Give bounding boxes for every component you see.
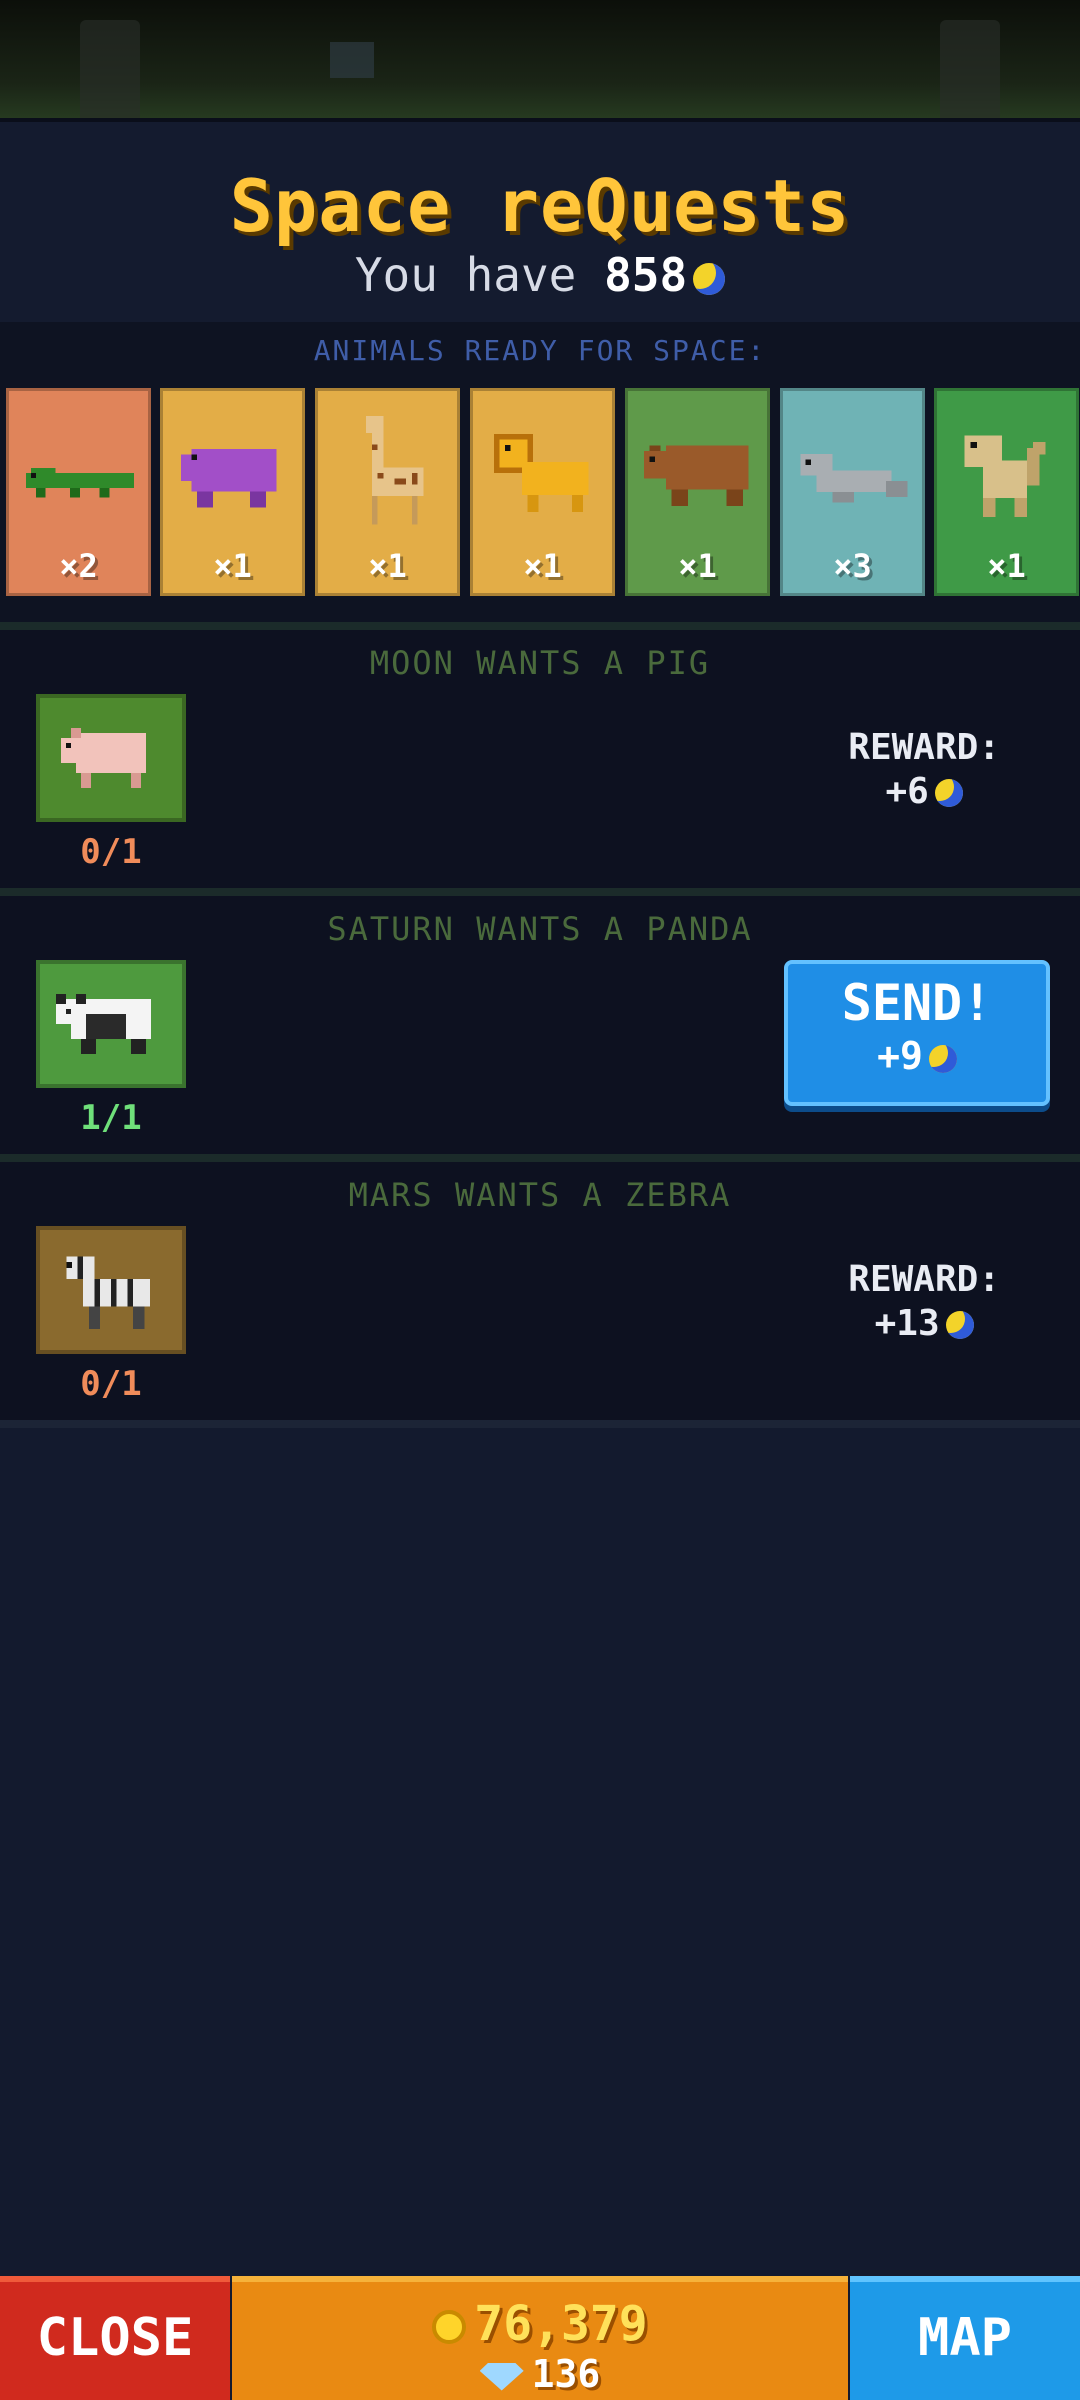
monkey-icon: [949, 413, 1067, 533]
giraffe-icon: [330, 413, 448, 533]
gem-balance: 136: [232, 2352, 848, 2396]
animal-card-lion[interactable]: ×1: [470, 388, 615, 596]
animal-count: ×1: [523, 547, 562, 585]
animal-count: ×1: [987, 547, 1026, 585]
game-background-strip: [0, 0, 1080, 118]
map-button[interactable]: MAP: [850, 2276, 1080, 2400]
divider: [0, 622, 1080, 630]
send-button[interactable]: SEND! +9: [784, 960, 1050, 1106]
balance-prefix: You have: [354, 248, 577, 302]
quest-reward: REWARD: +6: [848, 726, 1000, 814]
balance-line: You have 858: [0, 248, 1080, 302]
bottom-bar: CLOSE 76,379 136 MAP: [0, 2276, 1080, 2400]
animal-count: ×1: [368, 547, 407, 585]
balance-value: 858: [604, 248, 688, 302]
animal-card-hippo[interactable]: ×1: [160, 388, 305, 596]
quest-reward: REWARD: +13: [848, 1258, 1000, 1346]
divider: [0, 1420, 1080, 1428]
animal-card-crocodile[interactable]: ×2: [6, 388, 151, 596]
hippo-icon: [175, 413, 293, 533]
coin-icon: [432, 2310, 467, 2344]
zebra-icon: [66, 1256, 150, 1329]
bear-icon: [640, 413, 758, 533]
divider: [0, 1154, 1080, 1162]
moon-token-icon: [928, 1044, 957, 1073]
quest-progress: 0/1: [80, 1364, 142, 1404]
animal-card-giraffe[interactable]: ×1: [315, 388, 460, 596]
reward-label: REWARD:: [848, 727, 1000, 768]
moon-token-icon: [945, 1311, 974, 1339]
quest-animal-tile: [36, 694, 186, 822]
tree-shape: [80, 20, 140, 118]
background-object: [330, 42, 374, 78]
currency-panel: 76,379 136: [232, 2276, 848, 2400]
seal-icon: [795, 413, 913, 533]
animals-ready-section: ANIMALS READY FOR SPACE: ×2 ×1 ×1 ×1 ×1: [0, 322, 1080, 622]
gem-icon: [479, 2362, 524, 2391]
coin-value: 76,379: [474, 2296, 648, 2352]
animal-count: ×1: [678, 547, 717, 585]
page-title: Space reQuests: [229, 164, 851, 248]
quest-mars-zebra: MARS WANTS A ZEBRA 0/1 REWARD: +13: [0, 1162, 1080, 1420]
animal-count: ×2: [59, 547, 98, 585]
send-label: SEND!: [841, 974, 993, 1032]
quest-title: MARS WANTS A ZEBRA: [348, 1176, 732, 1214]
quest-title: MOON WANTS A PIG: [369, 644, 711, 682]
reward-label: REWARD:: [848, 1259, 1000, 1300]
animal-card-seal[interactable]: ×3: [780, 388, 925, 596]
reward-value: +6: [885, 771, 929, 812]
quest-progress: 0/1: [80, 832, 142, 872]
divider: [0, 888, 1080, 896]
animal-card-monkey[interactable]: ×1: [934, 388, 1079, 596]
coin-balance: 76,379: [232, 2296, 848, 2352]
moon-token-icon: [934, 779, 963, 807]
panda-icon: [56, 994, 151, 1054]
crocodile-icon: [21, 413, 139, 533]
animal-count: ×1: [213, 547, 252, 585]
pig-icon: [61, 728, 146, 788]
quest-moon-pig: MOON WANTS A PIG 0/1 REWARD: +6: [0, 630, 1080, 888]
lion-icon: [485, 413, 603, 533]
quest-animal-tile: [36, 1226, 186, 1354]
quest-animal-tile: [36, 960, 186, 1088]
reward-value: +13: [874, 1303, 940, 1344]
moon-token-icon: [693, 262, 726, 295]
quest-title: SATURN WANTS A PANDA: [327, 910, 753, 948]
gem-value: 136: [531, 2352, 601, 2396]
send-reward-value: +9: [877, 1034, 923, 1078]
quest-saturn-panda: SATURN WANTS A PANDA 1/1 SEND! +9: [0, 896, 1080, 1154]
header: Space reQuests You have 858: [0, 118, 1080, 326]
quest-progress: 1/1: [80, 1098, 142, 1138]
animal-card-bear[interactable]: ×1: [625, 388, 770, 596]
tree-shape: [940, 20, 1000, 118]
close-button[interactable]: CLOSE: [0, 2276, 230, 2400]
animal-count: ×3: [833, 547, 872, 585]
animals-ready-label: ANIMALS READY FOR SPACE:: [313, 334, 767, 367]
